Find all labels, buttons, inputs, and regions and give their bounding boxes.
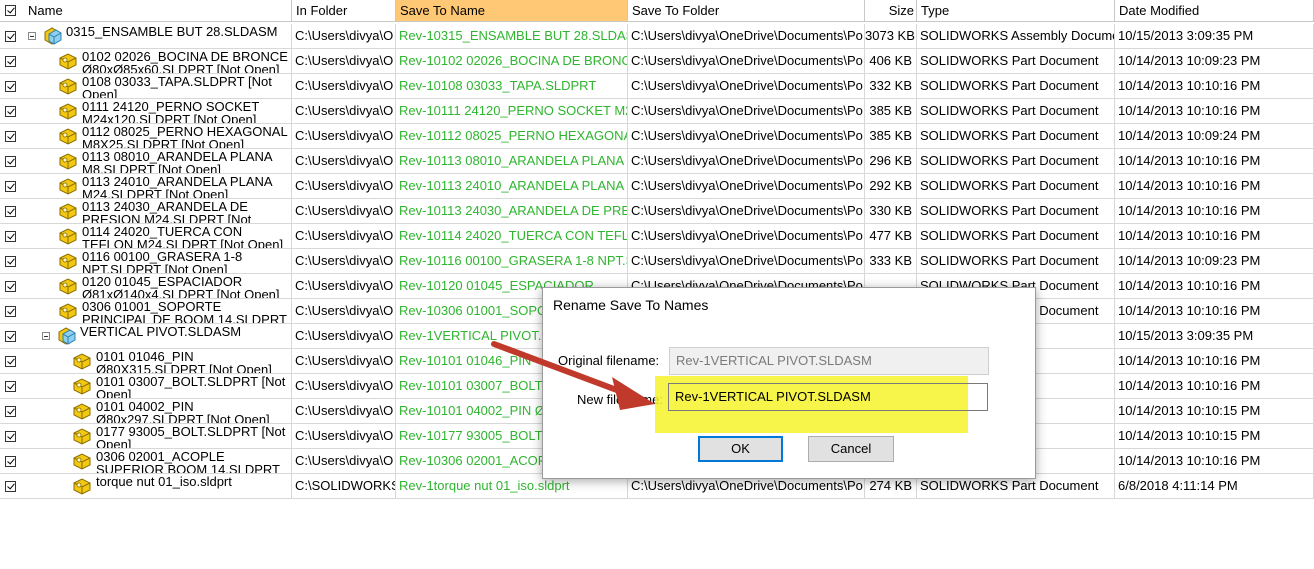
annotation-arrow-icon bbox=[491, 341, 655, 410]
